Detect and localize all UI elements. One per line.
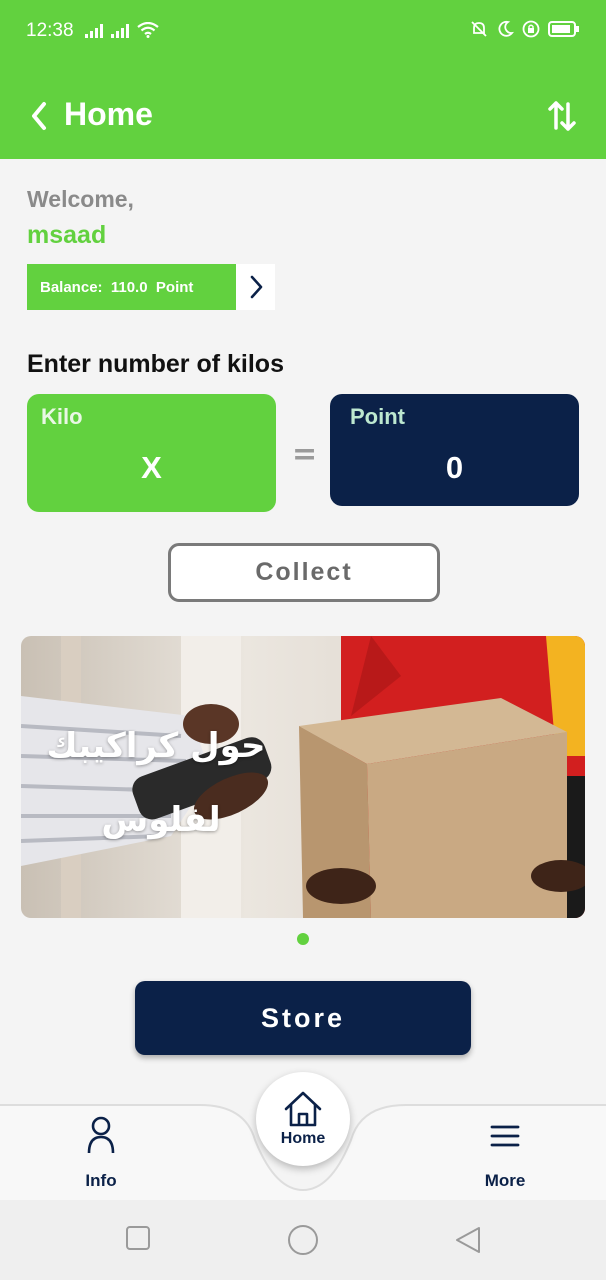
username: msaad: [27, 221, 107, 249]
equals-sign: =: [292, 437, 318, 472]
store-button[interactable]: Store: [135, 981, 471, 1055]
banner-text-line2: لفلوس: [101, 800, 221, 840]
signal-icon: [85, 24, 103, 38]
nav-more-label: More: [484, 1171, 526, 1190]
back-triangle-icon[interactable]: [454, 1225, 482, 1255]
status-time: 12:38: [26, 20, 74, 41]
kilo-label: Kilo: [41, 404, 83, 429]
banner-text-line1: حول كراكيبك: [46, 726, 266, 766]
mute-icon: [471, 21, 487, 37]
kilo-value[interactable]: X: [27, 450, 276, 486]
balance-bar: Balance: 110.0 Point: [27, 264, 236, 310]
kilos-prompt: Enter number of kilos: [27, 350, 284, 378]
person-icon: [87, 1116, 115, 1154]
nav-home[interactable]: Home: [256, 1072, 350, 1166]
balance-text: Balance: 110.0 Point: [40, 278, 194, 296]
nav-more[interactable]: More: [470, 1115, 540, 1191]
wifi-icon: [137, 22, 159, 38]
point-output-card: Point 0: [330, 394, 579, 506]
status-right-icons: [470, 20, 580, 38]
carousel-indicator[interactable]: [297, 933, 309, 945]
home-circle-icon[interactable]: [287, 1224, 319, 1256]
moon-icon: [498, 20, 514, 37]
home-icon: [284, 1091, 322, 1127]
page-title: Home: [64, 96, 153, 132]
menu-icon: [490, 1125, 520, 1147]
nav-info-label: Info: [85, 1171, 117, 1190]
system-nav-bar: [0, 1200, 606, 1280]
collect-button[interactable]: Collect: [168, 543, 440, 602]
point-label: Point: [350, 404, 405, 429]
recent-apps-icon[interactable]: [125, 1225, 151, 1251]
status-left-icons: [85, 22, 159, 38]
nav-info[interactable]: Info: [70, 1115, 132, 1191]
balance-details-button[interactable]: [236, 264, 275, 310]
kilo-input-card[interactable]: Kilo X: [27, 394, 276, 512]
battery-icon: [548, 21, 579, 37]
chevron-left-icon[interactable]: [26, 98, 52, 134]
nav-home-label: Home: [280, 1130, 326, 1147]
app-header: 12:38 Home: [0, 0, 606, 159]
promo-banner[interactable]: حول كراكيبك لفلوس: [21, 636, 585, 918]
welcome-greeting: Welcome,: [27, 186, 134, 212]
banner-image: [21, 636, 585, 918]
point-value: 0: [445, 450, 464, 485]
swap-vertical-icon[interactable]: [546, 98, 578, 134]
signal-icon: [111, 24, 129, 38]
lock-rotation-icon: [522, 20, 540, 38]
chevron-right-icon: [250, 275, 262, 299]
